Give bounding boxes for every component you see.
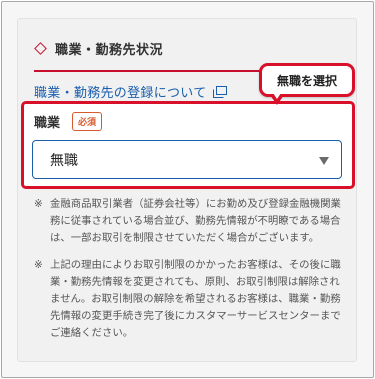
annotation-callout: 無職を選択 — [259, 63, 355, 97]
section-header: 職業・勤務先状況 — [34, 38, 163, 58]
note-item: ※ 金融商品取引業者（証券会社等）にお勤め及び登録金融機関業務に従事されている場… — [34, 196, 346, 247]
diamond-icon — [34, 41, 47, 55]
note-item: ※ 上記の理由によりお取引制限のかかったお客様は、その後に職業・勤務先情報を変更… — [34, 257, 346, 342]
note-mark: ※ — [34, 198, 43, 210]
occupation-field-label: 職業 — [34, 116, 61, 131]
note-text: 上記の理由によりお取引制限のかかったお客様は、その後に職業・勤務先情報を変更され… — [50, 259, 341, 339]
occupation-info-link-label: 職業・勤務先の登録について — [34, 86, 207, 101]
external-window-icon — [212, 85, 227, 98]
occupation-info-link[interactable]: 職業・勤務先の登録について — [34, 82, 227, 101]
section-title: 職業・勤務先状況 — [55, 42, 164, 58]
occupation-field-label-row: 職業 必須 — [34, 112, 103, 131]
note-text: 金融商品取引業者（証券会社等）にお勤め及び登録金融機関業務に従事されている場合並… — [50, 198, 341, 244]
notes: ※ 金融商品取引業者（証券会社等）にお勤め及び登録金融機関業務に従事されている場… — [34, 196, 346, 352]
note-mark: ※ — [34, 259, 43, 271]
required-badge: 必須 — [72, 112, 103, 131]
callout-text: 無職を選択 — [276, 73, 337, 88]
occupation-select-value: 無職 — [50, 152, 78, 169]
occupation-select[interactable]: 無職 — [32, 140, 342, 179]
chevron-down-icon — [319, 157, 329, 165]
